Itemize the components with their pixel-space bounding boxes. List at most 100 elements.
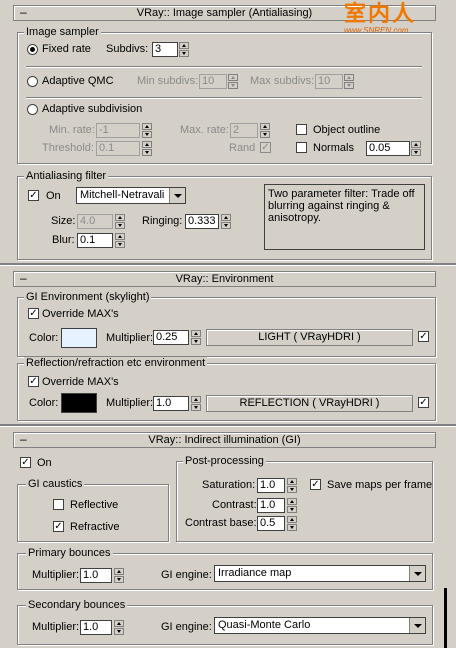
image-sampler-group-label: Image sampler	[24, 26, 101, 38]
min-rate-spinner[interactable]	[142, 123, 152, 138]
rand-label: Rand	[229, 142, 256, 154]
save-maps-label: Save maps per frame	[327, 479, 433, 491]
gi-color-swatch[interactable]	[61, 328, 97, 348]
min-rate-label: Min. rate:	[49, 124, 95, 136]
refractive-checkbox[interactable]: ✓	[53, 521, 64, 532]
max-rate-field[interactable]: 2	[230, 123, 258, 138]
aa-filter-dropdown[interactable]: Mitchell-Netravali	[76, 187, 186, 204]
contrast-base-spinner[interactable]	[287, 516, 297, 531]
normals-label: Normals	[313, 142, 354, 154]
refl-multiplier-label: Multiplier:	[106, 397, 154, 409]
separator	[26, 66, 422, 68]
primary-engine-value: Irradiance map	[218, 567, 292, 579]
adaptive-subdivision-radio[interactable]	[27, 104, 38, 115]
ringing-spinner[interactable]	[221, 214, 231, 229]
max-rate-spinner[interactable]	[260, 123, 270, 138]
chevron-down-icon	[169, 188, 185, 203]
threshold-spinner[interactable]	[142, 141, 152, 156]
blur-field[interactable]: 0.1	[77, 233, 113, 248]
threshold-field[interactable]: 0.1	[96, 141, 140, 156]
secondary-bounces-group-label: Secondary bounces	[26, 599, 128, 611]
primary-multiplier-field[interactable]: 1.0	[80, 568, 112, 583]
post-processing-group-label: Post-processing	[183, 455, 266, 467]
saturation-spinner[interactable]	[287, 478, 297, 493]
secondary-engine-label: GI engine:	[161, 621, 212, 633]
scrollbar-thumb[interactable]	[444, 588, 447, 648]
size-spinner[interactable]	[115, 214, 125, 229]
min-subdivs-field[interactable]: 10	[199, 74, 227, 89]
ringing-field[interactable]: 0.333	[185, 214, 219, 229]
fixed-rate-radio[interactable]	[27, 44, 38, 55]
aa-filter-group-label: Antialiasing filter	[24, 170, 109, 182]
subdivs-field[interactable]: 3	[152, 42, 178, 57]
max-subdivs-field[interactable]: 10	[315, 74, 343, 89]
primary-multiplier-spinner[interactable]	[114, 568, 124, 583]
secondary-multiplier-field[interactable]: 1.0	[80, 620, 112, 635]
min-subdivs-label: Min subdivs:	[137, 75, 199, 87]
chevron-down-icon	[409, 618, 425, 633]
size-field[interactable]: 4.0	[77, 214, 113, 229]
gi-rollout-header[interactable]: – VRay:: Indirect illumination (GI)	[13, 432, 436, 448]
refl-override-checkbox[interactable]: ✓	[28, 376, 39, 387]
gi-multiplier-label: Multiplier:	[106, 332, 154, 344]
refractive-label: Refractive	[70, 521, 120, 533]
blur-spinner[interactable]	[115, 233, 125, 248]
refl-multiplier-spinner[interactable]	[191, 396, 201, 411]
adaptive-subdivision-label: Adaptive subdivision	[42, 103, 143, 115]
min-rate-field[interactable]: -1	[96, 123, 140, 138]
secondary-multiplier-label: Multiplier:	[32, 621, 80, 633]
refl-map-enable-checkbox[interactable]: ✓	[418, 397, 429, 408]
gi-environment-group-label: GI Environment (skylight)	[24, 291, 152, 303]
gi-caustics-group-label: GI caustics	[26, 478, 85, 490]
normals-checkbox[interactable]	[296, 142, 307, 153]
threshold-label: Threshold:	[42, 142, 94, 154]
max-rate-label: Max. rate:	[180, 124, 229, 136]
reflective-checkbox[interactable]	[53, 499, 64, 510]
environment-rollout-header[interactable]: – VRay:: Environment	[13, 271, 436, 287]
ringing-label: Ringing:	[142, 215, 183, 227]
normals-field[interactable]: 0.05	[366, 141, 410, 156]
adaptive-qmc-radio[interactable]	[27, 76, 38, 87]
reflection-map-button[interactable]: REFLECTION ( VRayHDRI )	[206, 395, 413, 412]
refl-multiplier-field[interactable]: 1.0	[153, 396, 189, 411]
contrast-field[interactable]: 1.0	[257, 498, 285, 513]
refl-color-swatch[interactable]	[61, 393, 97, 413]
rand-checkbox[interactable]: ✓	[260, 142, 271, 153]
gi-on-checkbox[interactable]: ✓	[20, 457, 31, 468]
max-subdivs-label: Max subdivs:	[250, 75, 315, 87]
aa-filter-on-label: On	[46, 190, 61, 202]
contrast-base-label: Contrast base:	[185, 517, 257, 529]
secondary-engine-value: Quasi-Monte Carlo	[218, 619, 311, 631]
watermark-chinese: 室内人	[344, 1, 417, 26]
gi-multiplier-field[interactable]: 0.25	[153, 330, 189, 345]
secondary-multiplier-spinner[interactable]	[114, 620, 124, 635]
gi-multiplier-spinner[interactable]	[191, 330, 201, 345]
gi-override-label: Override MAX's	[42, 308, 119, 320]
gi-override-checkbox[interactable]: ✓	[28, 308, 39, 319]
normals-spinner[interactable]	[411, 141, 421, 156]
separator	[26, 97, 422, 99]
rollout-divider	[0, 424, 456, 427]
contrast-spinner[interactable]	[287, 498, 297, 513]
gi-color-label: Color:	[29, 332, 59, 344]
saturation-field[interactable]: 1.0	[257, 478, 285, 493]
min-subdivs-spinner[interactable]	[228, 74, 238, 89]
max-subdivs-spinner[interactable]	[344, 74, 354, 89]
aa-filter-description: Two parameter filter: Trade off blurring…	[264, 184, 425, 250]
object-outline-checkbox[interactable]	[296, 124, 307, 135]
gi-map-enable-checkbox[interactable]: ✓	[418, 331, 429, 342]
refl-color-label: Color:	[29, 397, 59, 409]
save-maps-checkbox[interactable]: ✓	[310, 479, 321, 490]
fixed-rate-label: Fixed rate	[42, 43, 91, 55]
rollout-divider	[0, 263, 456, 266]
subdivs-spinner[interactable]	[179, 42, 189, 57]
secondary-engine-dropdown[interactable]: Quasi-Monte Carlo	[214, 617, 426, 634]
aa-filter-on-checkbox[interactable]: ✓	[28, 190, 39, 201]
saturation-label: Saturation:	[202, 479, 256, 491]
chevron-down-icon	[409, 566, 425, 581]
reflective-label: Reflective	[70, 499, 119, 511]
primary-engine-dropdown[interactable]: Irradiance map	[214, 565, 426, 582]
contrast-base-field[interactable]: 0.5	[257, 516, 285, 531]
subdivs-label: Subdivs:	[106, 43, 149, 55]
gi-environment-map-button[interactable]: LIGHT ( VRayHDRI )	[206, 329, 413, 346]
